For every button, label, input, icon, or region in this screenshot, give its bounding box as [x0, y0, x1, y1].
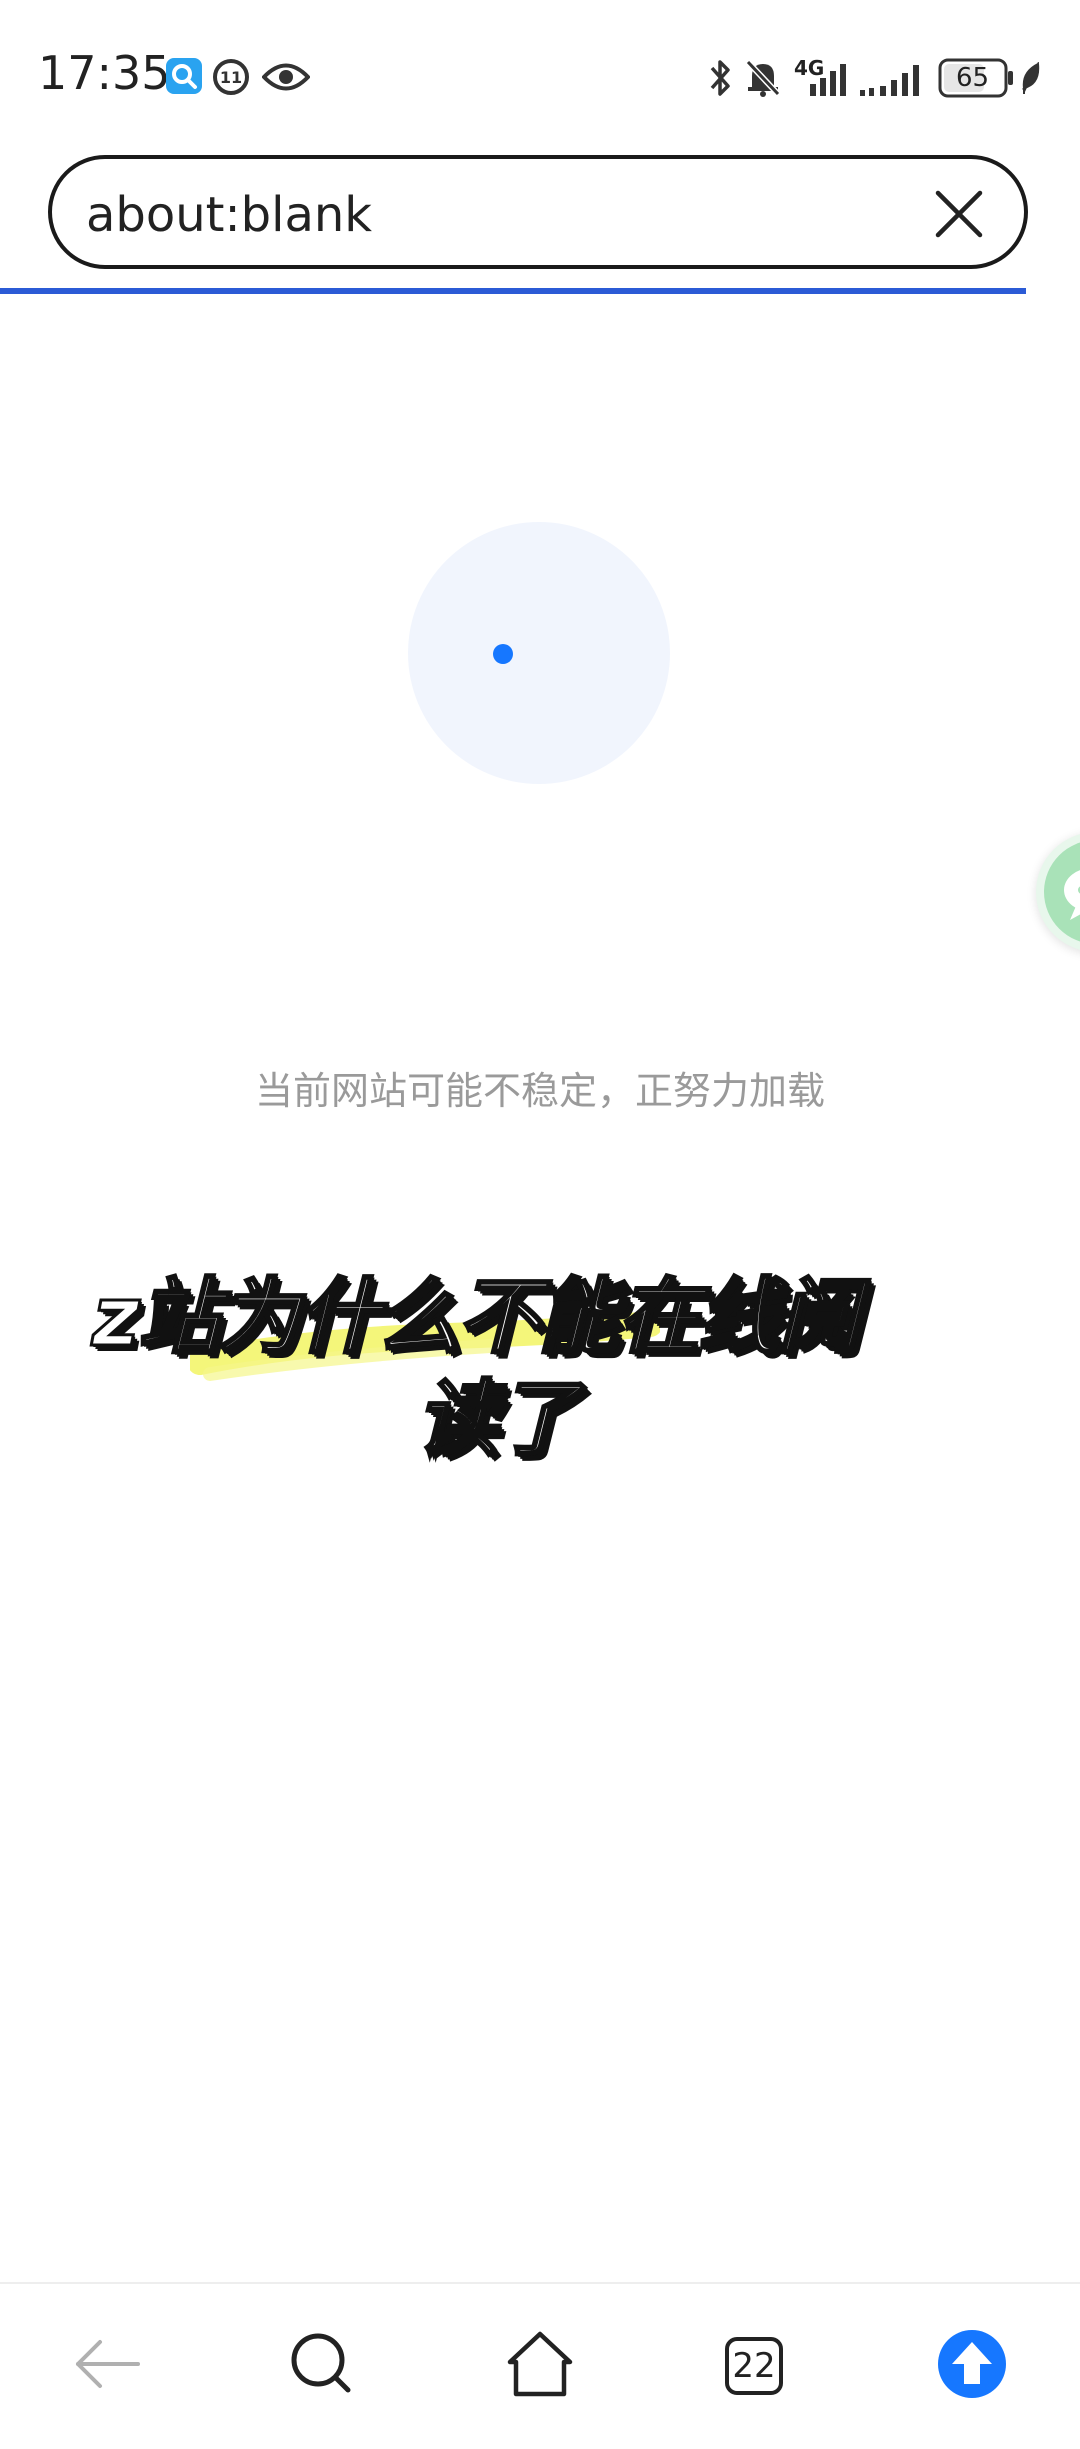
tabs-button[interactable]: 22 — [724, 2336, 784, 2396]
loading-message: 当前网站可能不稳定，正努力加载 — [254, 1069, 825, 1113]
status-time: 17:35 — [38, 46, 171, 100]
close-icon[interactable] — [932, 187, 986, 241]
svg-text:11: 11 — [220, 68, 242, 87]
floating-chat-button[interactable] — [1036, 832, 1080, 952]
signal-icon — [860, 65, 919, 96]
mute-bell-icon — [745, 59, 781, 97]
loading-progress-bar — [0, 288, 1026, 294]
leaf-icon — [1021, 62, 1040, 94]
browser-page: 17:35 11 4G 65 about:blank 当前网站可能不稳定，正努力… — [0, 0, 1080, 2449]
search-icon[interactable] — [282, 2324, 362, 2404]
loading-spinner-circle — [408, 522, 670, 784]
battery-level: 65 — [956, 63, 990, 93]
status-bar: 17:35 11 4G 65 — [0, 0, 1080, 150]
tab-count: 22 — [732, 2346, 776, 2386]
home-icon[interactable] — [500, 2324, 580, 2404]
upload-arrow-icon[interactable] — [936, 2328, 1008, 2400]
back-arrow-icon[interactable] — [68, 2324, 148, 2404]
address-bar[interactable]: about:blank — [48, 155, 1028, 269]
search-app-icon — [166, 58, 202, 94]
eye-icon — [262, 63, 310, 91]
loading-dot — [493, 644, 513, 664]
bluetooth-icon — [710, 60, 730, 96]
chat-bubble-icon — [1044, 842, 1080, 942]
url-text[interactable]: about:blank — [86, 187, 372, 243]
app-badge-icon: 11 — [213, 59, 249, 95]
bottom-navigation: 22 — [0, 2282, 1080, 2449]
signal-4g-icon — [810, 64, 846, 96]
caption-line-2: 读了 — [415, 1371, 580, 1469]
